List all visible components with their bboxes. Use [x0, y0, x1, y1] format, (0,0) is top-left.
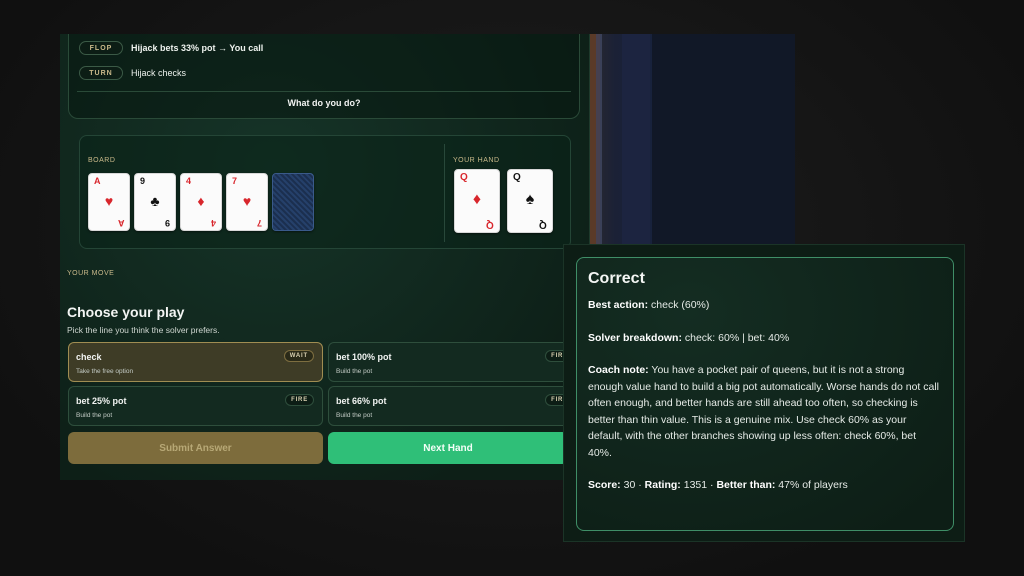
face-down-card [272, 173, 314, 231]
board-card-3: 4 ♦ 4 [180, 173, 222, 231]
submit-answer-button[interactable]: Submit Answer [68, 432, 323, 464]
board-card-4: 7 ♥ 7 [226, 173, 268, 231]
feedback-overlay: Correct Best action: check (60%) Solver … [563, 244, 965, 542]
hand-label: YOUR HAND [453, 157, 500, 164]
hand-card-1: Q ♦ Q [454, 169, 500, 233]
action-prompt: What do you do? [287, 98, 361, 108]
best-action-line: Best action: check (60%) [588, 297, 942, 314]
heart-icon: ♥ [104, 193, 114, 209]
action-history: FLOP Hijack bets 33% pot → You call TURN… [68, 34, 580, 119]
card-rank: Q [460, 172, 468, 183]
coach-note: Coach note: You have a pocket pair of qu… [588, 362, 942, 461]
decor-stripe [600, 34, 602, 244]
option-name: check [76, 352, 102, 362]
rating-value: 1351 [683, 479, 708, 491]
best-action-value: check (60%) [651, 299, 710, 311]
street-badge-turn: TURN [79, 66, 123, 80]
option-name: bet 100% pot [336, 352, 392, 362]
board-card-2: 9 ♣ 9 [134, 173, 176, 231]
hand-card-2: Q ♠ Q [507, 169, 553, 233]
option-tag: WAIT [283, 350, 314, 362]
option-desc: Take the free option [76, 368, 134, 375]
card-rank: Q [539, 219, 547, 230]
option-name: bet 25% pot [76, 396, 127, 406]
score-value: 30 [623, 479, 636, 491]
separator: · [638, 479, 642, 491]
card-rank: Q [486, 219, 494, 230]
card-rank: Q [513, 172, 521, 183]
history-text-flop: Hijack bets 33% pot → You call [131, 43, 264, 53]
history-row-turn: TURN Hijack checks [79, 66, 186, 80]
option-desc: Build the pot [336, 368, 373, 375]
better-than-value: 47% of players [778, 479, 848, 491]
feedback-card: Correct Best action: check (60%) Solver … [576, 257, 954, 531]
game-panel: FLOP Hijack bets 33% pot → You call TURN… [60, 34, 590, 480]
option-bet-100[interactable]: bet 100% pot Build the pot FIRE [328, 342, 583, 382]
coach-note-text: You have a pocket pair of queens, but it… [588, 364, 940, 459]
heart-icon: ♥ [242, 193, 252, 209]
history-row-flop: FLOP Hijack bets 33% pot → You call [79, 41, 263, 55]
feedback-title: Correct [588, 270, 645, 287]
score-line: Score: 30 · Rating: 1351 · Better than: … [588, 477, 942, 494]
next-hand-button[interactable]: Next Hand [328, 432, 568, 464]
choose-subtitle: Pick the line you think the solver prefe… [67, 325, 220, 335]
option-desc: Build the pot [76, 412, 113, 419]
breakdown-value: check: 60% | bet: 40% [684, 331, 790, 344]
score-label: Score: [588, 479, 621, 491]
card-rank: 4 [210, 218, 216, 228]
card-rank: A [117, 218, 125, 228]
background-panel [590, 34, 795, 244]
card-rank: 9 [164, 218, 170, 228]
option-check[interactable]: check Take the free option WAIT [68, 342, 323, 382]
option-desc: Build the pot [336, 412, 373, 419]
decor-stripe [652, 34, 795, 244]
option-tag: FIRE [285, 394, 314, 406]
rating-label: Rating: [644, 479, 681, 491]
diamond-icon: ♦ [197, 193, 205, 209]
card-rank: 7 [232, 176, 238, 186]
divider [77, 91, 571, 92]
card-rank: 7 [256, 218, 262, 228]
club-icon: ♣ [150, 193, 160, 209]
divider [444, 144, 445, 242]
coach-note-label: Coach note: [588, 364, 649, 376]
card-rank: 9 [140, 176, 146, 186]
diamond-icon: ♦ [472, 191, 482, 208]
choose-title: Choose your play [67, 304, 185, 320]
street-badge-flop: FLOP [79, 41, 123, 55]
separator: · [710, 479, 714, 491]
breakdown-line: Solver breakdown: check: 60% | bet: 40% [588, 330, 942, 347]
best-action-label: Best action: [588, 299, 649, 311]
option-bet-25[interactable]: bet 25% pot Build the pot FIRE [68, 386, 323, 426]
board-area: BOARD A ♥ A 9 ♣ 9 4 ♦ 4 7 ♥ 7 YOUR HAND … [79, 135, 571, 249]
card-rank: 4 [186, 176, 192, 186]
board-card-1: A ♥ A [88, 173, 130, 231]
your-move-label: YOUR MOVE [67, 270, 115, 277]
option-bet-66[interactable]: bet 66% pot Build the pot FIRE [328, 386, 583, 426]
spade-icon: ♠ [525, 191, 535, 208]
option-name: bet 66% pot [336, 396, 387, 406]
board-label: BOARD [88, 157, 116, 164]
breakdown-label: Solver breakdown: [588, 331, 682, 344]
decor-stripe [622, 34, 650, 244]
history-text-turn: Hijack checks [131, 68, 187, 78]
better-than-label: Better than: [716, 479, 776, 491]
card-rank: A [94, 176, 101, 186]
